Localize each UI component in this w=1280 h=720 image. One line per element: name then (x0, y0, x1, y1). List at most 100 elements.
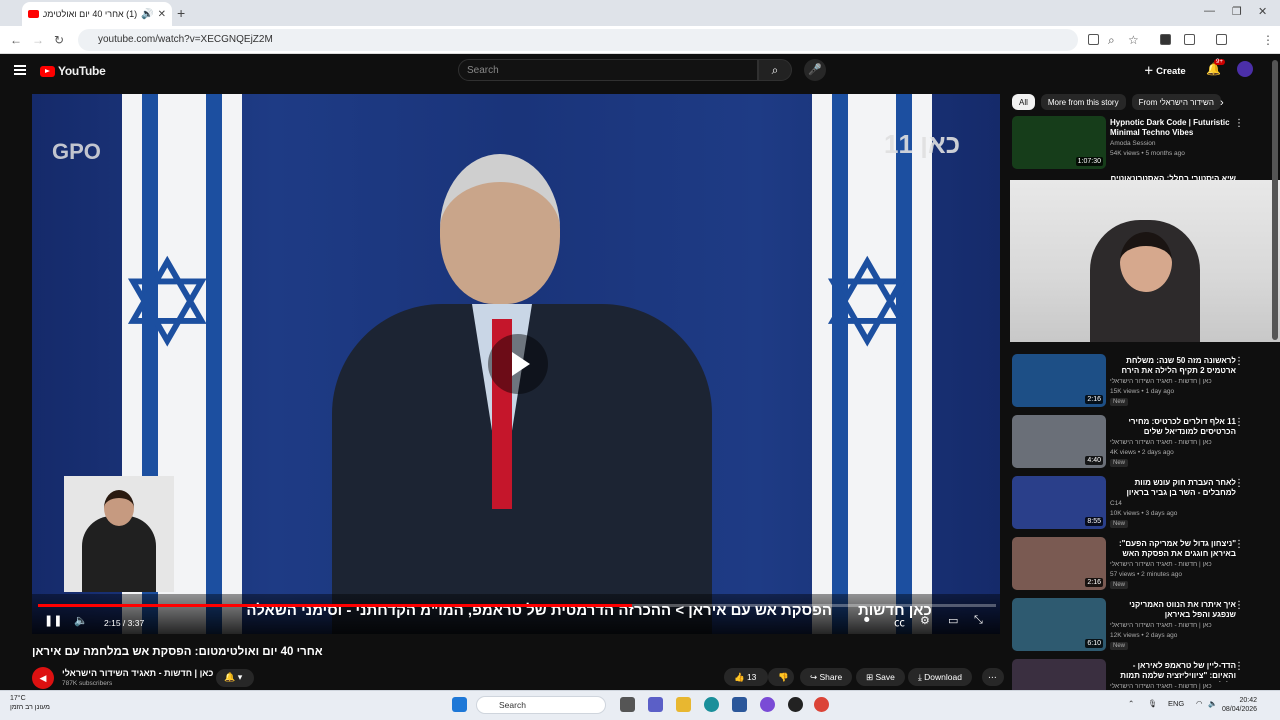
voice-search-icon[interactable]: 🎤 (804, 59, 826, 81)
more-options-icon[interactable]: ⋮ (1234, 661, 1244, 672)
recommendation-channel[interactable]: כאן | חדשות - תאגיד השידור הישראלי (1110, 439, 1236, 446)
subtitles-icon[interactable]: ㏄ (894, 614, 905, 630)
recommendation-title[interactable]: איך איתרו את הנווט האמריקני שנפגע והפל ב… (1110, 600, 1236, 620)
more-options-icon[interactable]: ⋮ (1234, 118, 1244, 129)
cast-icon[interactable] (1088, 34, 1099, 45)
account-avatar[interactable] (1237, 61, 1253, 77)
create-button[interactable]: ＋ Create (1144, 63, 1186, 77)
recommendation-channel[interactable]: כאן | חדשות - תאגיד השידור הישראלי (1110, 683, 1236, 690)
youtube-logo[interactable]: YouTube (40, 64, 106, 78)
new-tab-button[interactable]: + (177, 5, 185, 21)
video-player[interactable]: ✡ ✡ GPO כאן 11 הפסקת אש עם איראן > ההכרז… (32, 94, 1000, 634)
language-indicator[interactable]: ENG (1168, 699, 1184, 708)
discord-icon[interactable] (760, 697, 775, 712)
forward-icon[interactable]: → (32, 33, 44, 47)
tab-search-icon[interactable] (1216, 34, 1227, 45)
settings-gear-icon[interactable]: ⚙ (920, 614, 930, 627)
list-item[interactable]: 8:55 לאחר העברת חוק עונש מוות למחבלים - ה… (1012, 476, 1258, 534)
volume-icon[interactable]: 🔈 (74, 614, 88, 627)
share-button[interactable]: ↪ Share (800, 668, 853, 686)
chip-from-channel[interactable]: From השידור הישראלי (1131, 94, 1221, 110)
edge-icon[interactable] (704, 697, 719, 712)
list-item[interactable]: 2:16 לראשונה מזה 50 שנה: משלחת ארטמיס 2 ת… (1012, 354, 1258, 412)
search-button[interactable]: ⌕ (758, 59, 792, 81)
recommendation-title[interactable]: לאחר העברת חוק עונש מוות למחבלים - השר ב… (1110, 478, 1236, 498)
file-explorer-icon[interactable] (676, 697, 691, 712)
maximize-icon[interactable]: ❐ (1232, 5, 1242, 18)
fullscreen-exit-icon[interactable]: ⤡ (974, 614, 983, 627)
teams-icon[interactable] (648, 697, 663, 712)
miniplayer-icon[interactable]: ▭ (948, 614, 958, 627)
more-actions-button[interactable]: ⋯ (982, 668, 1004, 686)
more-options-icon[interactable]: ⋮ (1234, 478, 1244, 489)
dislike-button[interactable]: 👎 (768, 668, 794, 686)
menu-kebab-icon[interactable]: ⋮ (1262, 33, 1274, 47)
subscribed-bell-button[interactable]: 🔔 ▾ (216, 669, 254, 687)
list-item[interactable]: 6:10 איך איתרו את הנווט האמריקני שנפגע וה… (1012, 598, 1258, 656)
recommendation-thumbnail[interactable]: 6:10 (1012, 598, 1106, 651)
store-icon[interactable] (732, 697, 747, 712)
chrome-icon[interactable] (814, 697, 829, 712)
speaker-icon[interactable]: 🔊 (141, 9, 153, 20)
recommendation-thumbnail[interactable]: 2:16 (1012, 537, 1106, 590)
recommendation-thumbnail[interactable]: 2:16 (1012, 354, 1106, 407)
list-item[interactable]: 1:07:30 Hypnotic Dark Code | Futuristic M… (1012, 116, 1258, 174)
time-display: 2:15 / 3:37 (104, 618, 145, 628)
save-button[interactable]: ⊞ Save (856, 668, 905, 686)
close-tab-icon[interactable]: ✕ (158, 9, 166, 20)
recommendation-channel[interactable]: כאן | חדשות - תאגיד השידור הישראלי (1110, 622, 1236, 629)
channel-avatar[interactable]: ◀ (32, 667, 54, 689)
browser-tab[interactable]: (1) אחרי 40 יום ואולטימטום... 🔊 ✕ (22, 2, 172, 26)
tray-mic-icon[interactable]: 🎙 (1148, 699, 1158, 708)
recommendation-channel[interactable]: כאן | חדשות - תאגיד השידור הישראלי (1110, 378, 1236, 385)
recommendation-title[interactable]: הדד-ליין של טראמפ לאיראן - והאיום: "ציוו… (1110, 661, 1236, 682)
extension-icon[interactable] (1160, 34, 1171, 45)
obs-icon[interactable] (788, 697, 803, 712)
list-item[interactable]: 4:40 11 אלף דולרים לכרטיס: מחירי הכרטיסים… (1012, 415, 1258, 473)
recommendation-title[interactable]: "ניצחון גדול של אמריקה הפעם": באיראן חוג… (1110, 539, 1236, 559)
download-button[interactable]: ⤓ Download (908, 668, 972, 686)
recommendation-thumbnail[interactable]: 8:55 (1012, 476, 1106, 529)
bookmark-star-icon[interactable]: ☆ (1128, 33, 1139, 47)
address-bar[interactable]: youtube.com/watch?v=XECGNQEjZ2M (78, 29, 1078, 51)
more-options-icon[interactable]: ⋮ (1234, 539, 1244, 550)
recommendation-channel[interactable]: כאן | חדשות - תאגיד השידור הישראלי (1110, 561, 1236, 568)
list-item[interactable]: 2:16 "ניצחון גדול של אמריקה הפעם": באיראן… (1012, 537, 1258, 595)
chevron-right-icon[interactable]: › (1220, 97, 1224, 109)
reload-icon[interactable]: ↻ (54, 33, 64, 47)
extensions-puzzle-icon[interactable] (1184, 34, 1195, 45)
chip-all[interactable]: All (1012, 94, 1035, 110)
autoplay-toggle-icon[interactable]: ⏺ (864, 614, 870, 627)
zoom-icon[interactable]: ⌕ (1108, 33, 1115, 48)
search-input[interactable]: Search (458, 59, 758, 81)
back-icon[interactable]: ← (10, 33, 22, 47)
task-view-icon[interactable] (620, 697, 635, 712)
more-options-icon[interactable]: ⋮ (1234, 356, 1244, 367)
speaker-tray-icon[interactable]: 🔈 (1208, 699, 1217, 708)
recommendation-title[interactable]: Hypnotic Dark Code | Futuristic Minimal … (1110, 118, 1236, 138)
taskbar-search[interactable]: Search (476, 696, 606, 714)
recommendation-thumbnail[interactable]: 4:40 (1012, 415, 1106, 468)
recommendation-title[interactable]: 11 אלף דולרים לכרטיס: מחירי הכרטיסים למו… (1110, 417, 1236, 437)
more-options-icon[interactable]: ⋮ (1234, 417, 1244, 428)
more-options-icon[interactable]: ⋮ (1234, 600, 1244, 611)
wifi-icon[interactable]: ◠ (1196, 699, 1203, 708)
windows-start-icon[interactable] (452, 697, 467, 712)
hamburger-menu-icon[interactable] (14, 65, 26, 75)
play-icon[interactable] (488, 334, 548, 394)
recommendation-thumbnail[interactable]: 1:07:30 (1012, 116, 1106, 169)
recommendation-channel[interactable]: C14 (1110, 500, 1236, 507)
duration-badge: 6:10 (1085, 639, 1103, 648)
like-button[interactable]: 👍 13 (724, 668, 768, 686)
channel-name[interactable]: כאן | חדשות - תאגיד השידור הישראלי (62, 668, 213, 678)
close-window-icon[interactable]: ✕ (1258, 5, 1267, 18)
tray-chevron-icon[interactable]: ⌃ (1128, 699, 1134, 708)
system-clock[interactable]: 20:42 08/04/2026 (1222, 696, 1257, 714)
chip-more-from-story[interactable]: More from this story (1040, 94, 1126, 110)
weather-widget[interactable]: 17°C מעונן רב הזמן (10, 694, 50, 712)
recommendation-title[interactable]: לראשונה מזה 50 שנה: משלחת ארטמיס 2 תקיף … (1110, 356, 1236, 376)
scrollbar[interactable] (1272, 60, 1278, 340)
pause-icon[interactable]: ❚❚ (44, 614, 62, 627)
recommendation-channel[interactable]: Amoda Session (1110, 140, 1236, 147)
minimize-icon[interactable]: — (1204, 5, 1215, 17)
